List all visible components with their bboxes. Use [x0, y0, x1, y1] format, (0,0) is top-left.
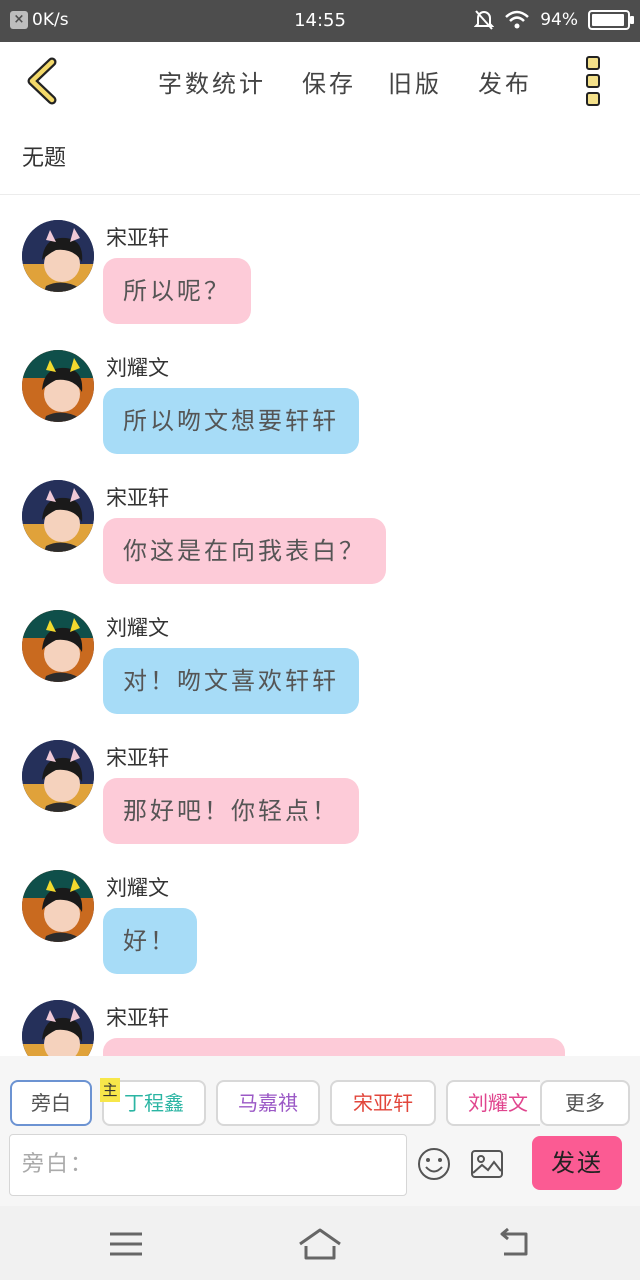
message-bubble[interactable]: 对！吻文喜欢轩轩: [103, 648, 359, 714]
document-title[interactable]: 无题: [22, 140, 66, 172]
chat-message[interactable]: 刘耀文所以吻文想要轩轩: [0, 350, 640, 480]
chat-message[interactable]: 刘耀文好！: [0, 870, 640, 1000]
back-arrow-icon[interactable]: [20, 56, 64, 106]
chat-message[interactable]: 宋亚轩那好吧！你轻点！: [0, 740, 640, 870]
sender-name: 宋亚轩: [106, 226, 169, 250]
role-chip[interactable]: 宋亚轩: [330, 1080, 436, 1126]
role-chips: 旁白 丁程鑫 马嘉祺 宋亚轩 刘耀文 更多 主: [0, 1056, 640, 1132]
avatar[interactable]: [22, 350, 94, 422]
chat-message[interactable]: 刘耀文对！吻文喜欢轩轩: [0, 610, 640, 740]
wifi-icon: [505, 10, 530, 29]
role-chip[interactable]: 刘耀文: [446, 1080, 540, 1126]
status-right: 94%: [474, 9, 634, 31]
status-bar: × 0K/s 14:55 94%: [0, 0, 640, 42]
battery-level: [592, 14, 624, 26]
message-bubble[interactable]: 你这是在向我表白？: [103, 518, 386, 584]
old-version-button[interactable]: 旧版: [388, 64, 442, 99]
message-bubble[interactable]: 那好吧！你轻点！: [103, 778, 359, 844]
word-count-button[interactable]: 字数统计: [158, 64, 266, 99]
message-bubble[interactable]: 所以呢？: [103, 258, 251, 324]
sender-name: 刘耀文: [106, 616, 169, 640]
avatar[interactable]: [22, 220, 94, 292]
message-input[interactable]: 旁白：: [9, 1134, 407, 1196]
message-bubble[interactable]: 所以吻文想要轩轩: [103, 388, 359, 454]
save-button[interactable]: 保存: [302, 64, 356, 99]
message-bubble[interactable]: [103, 1038, 565, 1056]
avatar[interactable]: [22, 480, 94, 552]
back-nav-icon[interactable]: [494, 1224, 538, 1264]
avatar[interactable]: [22, 610, 94, 682]
image-icon[interactable]: [470, 1149, 504, 1179]
send-button[interactable]: 发送: [532, 1136, 622, 1190]
sender-name: 宋亚轩: [106, 1006, 169, 1030]
sender-name: 刘耀文: [106, 356, 169, 380]
chat-message[interactable]: 宋亚轩所以呢？: [0, 220, 640, 350]
role-chip[interactable]: 马嘉祺: [216, 1080, 320, 1126]
home-icon[interactable]: [296, 1224, 344, 1264]
battery-icon: [588, 10, 634, 30]
avatar[interactable]: [22, 740, 94, 812]
avatar[interactable]: [22, 870, 94, 942]
sender-name: 宋亚轩: [106, 486, 169, 510]
avatar[interactable]: [22, 1000, 94, 1056]
sender-name: 刘耀文: [106, 876, 169, 900]
more-roles-button[interactable]: 更多: [540, 1080, 630, 1126]
editor-header: 字数统计 保存 旧版 发布: [0, 42, 640, 120]
emoji-icon[interactable]: [416, 1146, 452, 1182]
composer-panel: 旁白 丁程鑫 马嘉祺 宋亚轩 刘耀文 更多 主 旁白： 发送: [0, 1056, 640, 1206]
message-bubble[interactable]: 好！: [103, 908, 197, 974]
more-menu-icon[interactable]: [586, 56, 602, 106]
publish-button[interactable]: 发布: [478, 64, 532, 99]
menu-icon[interactable]: [104, 1224, 148, 1264]
main-role-tag: 主: [100, 1078, 120, 1102]
system-nav-bar: [0, 1206, 640, 1280]
chat-area[interactable]: 宋亚轩 所以呢？ 刘耀文 所以吻文想要轩轩 宋亚轩 你这是在向我表白？ 刘耀文 对！吻文喜欢轩…: [0, 196, 640, 1056]
bell-muted-icon: [474, 10, 495, 30]
divider: [0, 194, 640, 195]
chat-message[interactable]: 宋亚轩: [0, 1000, 640, 1056]
role-chip-narrator[interactable]: 旁白: [10, 1080, 92, 1126]
chat-message[interactable]: 宋亚轩你这是在向我表白？: [0, 480, 640, 610]
battery-percent: 94%: [540, 10, 578, 30]
sender-name: 宋亚轩: [106, 746, 169, 770]
